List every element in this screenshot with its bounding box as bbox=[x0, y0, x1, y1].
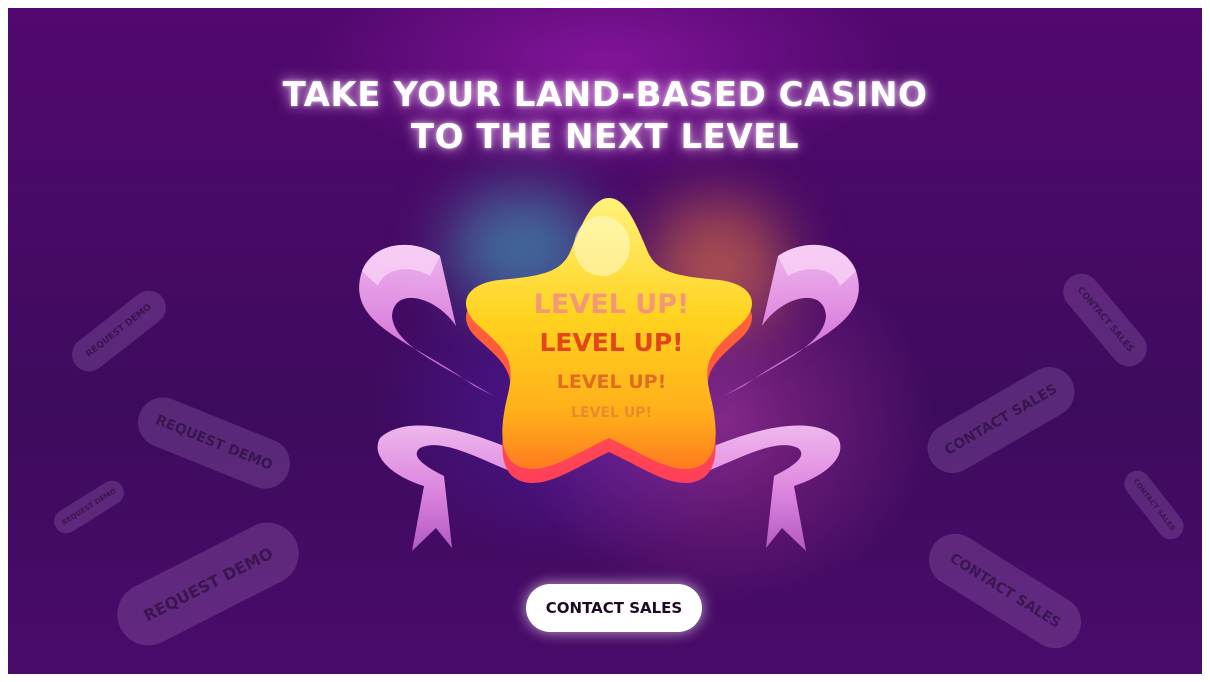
level-up-text-3: LEVEL UP! bbox=[556, 371, 667, 393]
level-up-text-4: LEVEL UP! bbox=[571, 405, 652, 421]
contact-sales-pill: CONTACT SALES bbox=[1055, 266, 1155, 374]
level-up-star-graphic: LEVEL UP! LEVEL UP! LEVEL UP! LEVEL UP! bbox=[344, 176, 874, 556]
headline-line-2: TO THE NEXT LEVEL bbox=[410, 117, 800, 157]
ribbon-right-lower bbox=[708, 425, 841, 551]
contact-sales-button[interactable]: CONTACT SALES bbox=[526, 584, 702, 632]
request-demo-pill: REQUEST DEMO bbox=[49, 476, 129, 538]
request-demo-pill: REQUEST DEMO bbox=[106, 511, 310, 657]
request-demo-pill: REQUEST DEMO bbox=[130, 389, 298, 497]
request-demo-pill: REQUEST DEMO bbox=[65, 283, 173, 379]
banner: TAKE YOUR LAND-BASED CASINO TO THE NEXT … bbox=[8, 8, 1202, 674]
ribbon-left-lower bbox=[377, 425, 510, 551]
level-up-text-2: LEVEL UP! bbox=[539, 328, 684, 357]
contact-sales-pill: CONTACT SALES bbox=[918, 357, 1084, 483]
contact-sales-pill: CONTACT SALES bbox=[1119, 465, 1189, 545]
level-up-text-1: LEVEL UP! bbox=[533, 289, 690, 320]
headline-line-1: TAKE YOUR LAND-BASED CASINO bbox=[282, 75, 928, 115]
star-ribbon-art bbox=[359, 198, 859, 551]
contact-sales-pill: CONTACT SALES bbox=[919, 523, 1091, 659]
